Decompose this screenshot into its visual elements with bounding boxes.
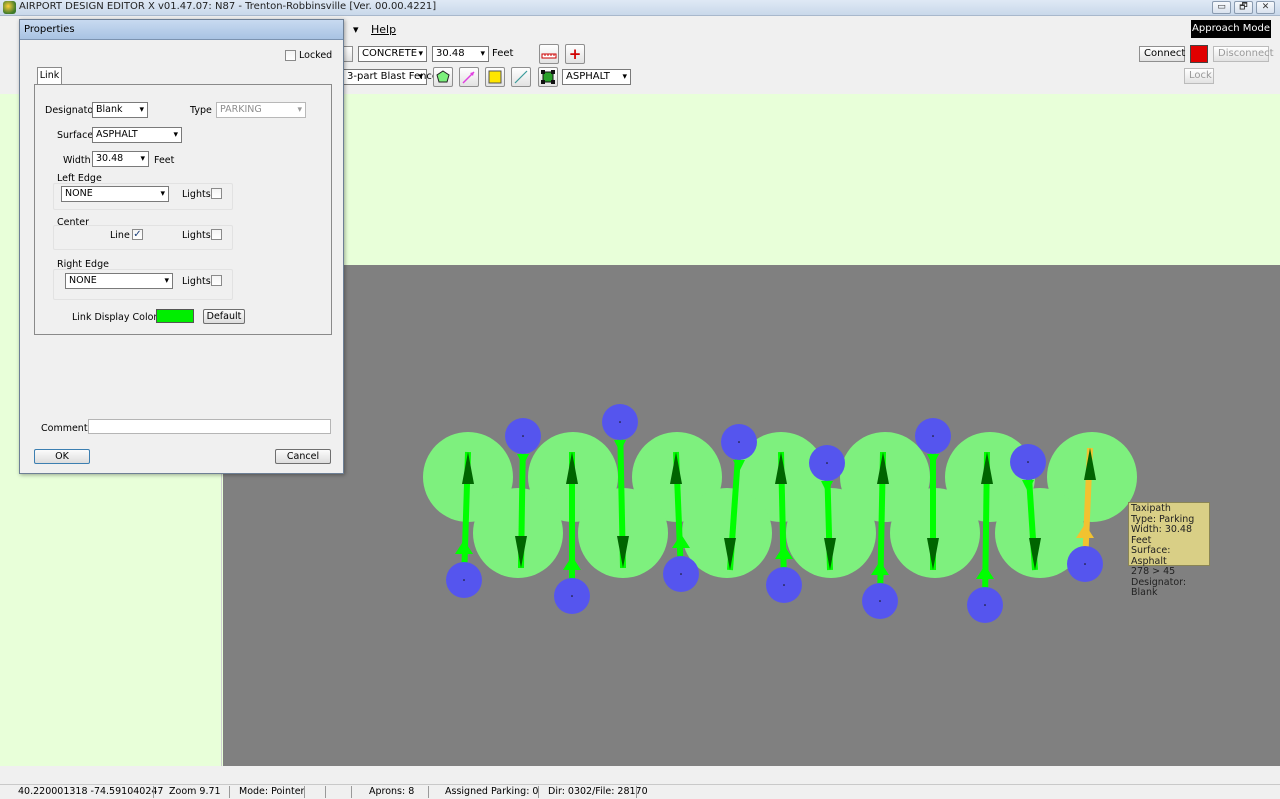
close-button[interactable]: ✕: [1256, 1, 1275, 14]
menu-dropdown-arrow[interactable]: ▾: [353, 23, 359, 36]
add-icon[interactable]: +: [565, 44, 585, 64]
locked-label: Locked: [299, 50, 333, 61]
properties-dialog: Properties Locked Link Designator Blank …: [19, 19, 344, 474]
surface-label: Surface: [57, 130, 94, 141]
center-line-label: Line: [110, 230, 130, 241]
menu-help[interactable]: Help: [371, 23, 396, 36]
type-label: Type: [190, 105, 212, 116]
left-edge-select[interactable]: NONE: [61, 186, 169, 202]
status-mode: Mode: Pointer: [239, 786, 305, 797]
window-title: AIRPORT DESIGN EDITOR X v01.47.07: N87 -…: [19, 1, 437, 12]
type-select[interactable]: PARKING: [216, 102, 306, 118]
locked-checkbox[interactable]: [285, 50, 296, 61]
status-separator: [304, 786, 305, 798]
ok-button[interactable]: OK: [34, 449, 90, 464]
select-square-icon[interactable]: [538, 67, 558, 87]
width-label: Width: [63, 155, 91, 166]
status-separator: [538, 786, 539, 798]
polygon-icon[interactable]: [433, 67, 453, 87]
diagonal-icon[interactable]: [511, 67, 531, 87]
designator-label: Designator: [45, 105, 98, 116]
center-line-checkbox[interactable]: ✓: [132, 229, 143, 240]
connection-status-indicator: [1190, 45, 1208, 63]
surface-select[interactable]: CONCRETE: [358, 46, 427, 62]
status-separator: [636, 786, 637, 798]
app-icon: [3, 1, 16, 14]
apron-area[interactable]: [223, 265, 1280, 766]
fence-select[interactable]: 3-part Blast Fence: [343, 69, 438, 85]
center-lights-label: Lights: [182, 230, 211, 241]
designator-select[interactable]: Blank: [92, 102, 148, 118]
title-bar: AIRPORT DESIGN EDITOR X v01.47.07: N87 -…: [0, 0, 1280, 16]
fill-icon[interactable]: [485, 67, 505, 87]
right-lights-label: Lights: [182, 276, 211, 287]
tooltip-line: Designator: Blank: [1131, 576, 1187, 598]
status-separator: [325, 786, 326, 798]
tooltip-line: Surface: Asphalt: [1131, 545, 1171, 567]
width-input[interactable]: 30.48: [92, 151, 149, 167]
comments-label: Comments: [41, 423, 93, 434]
link-display-color-swatch[interactable]: [156, 309, 194, 323]
width-unit-label: Feet: [492, 48, 514, 59]
comments-input[interactable]: [88, 419, 331, 434]
status-dir-file: Dir: 0302/File: 28170: [548, 786, 648, 797]
left-lights-label: Lights: [182, 189, 211, 200]
surface2-select[interactable]: ASPHALT: [562, 69, 631, 85]
right-lights-checkbox[interactable]: [211, 275, 222, 286]
width-input[interactable]: 30.48: [432, 46, 489, 62]
ruler-icon[interactable]: [539, 44, 559, 64]
left-lights-checkbox[interactable]: [211, 188, 222, 199]
tab-link[interactable]: Link: [37, 67, 62, 84]
right-edge-select[interactable]: NONE: [65, 273, 173, 289]
lock-button[interactable]: Lock: [1184, 68, 1214, 84]
minimize-button[interactable]: ▭: [1212, 1, 1231, 14]
toolbar-stepper-button[interactable]: [343, 46, 353, 62]
width-unit-label: Feet: [154, 155, 175, 166]
tooltip-line: Taxipath: [1131, 503, 1171, 514]
status-separator: [153, 786, 154, 798]
tooltip-line: 278 > 45: [1131, 566, 1176, 577]
dialog-title: Properties: [20, 20, 343, 40]
tooltip-line: Width: 30.48 Feet: [1131, 524, 1193, 546]
connect-button[interactable]: Connect: [1139, 46, 1185, 62]
status-coordinates: 40.220001318 -74.591040247: [18, 786, 164, 797]
status-aprons: Aprons: 8: [369, 786, 415, 797]
surface-select[interactable]: ASPHALT: [92, 127, 182, 143]
disconnect-button[interactable]: Disconnect: [1213, 46, 1274, 62]
cancel-button[interactable]: Cancel: [275, 449, 331, 464]
status-separator: [351, 786, 352, 798]
status-separator: [428, 786, 429, 798]
status-assigned-parking: Assigned Parking: 0: [445, 786, 539, 797]
line-tool-icon[interactable]: [459, 67, 479, 87]
restore-button[interactable]: 🗗: [1234, 1, 1253, 14]
status-separator: [229, 786, 230, 798]
approach-mode-button[interactable]: Approach Mode: [1191, 20, 1271, 38]
status-zoom: Zoom 9.71: [169, 786, 221, 797]
center-lights-checkbox[interactable]: [211, 229, 222, 240]
link-display-color-label: Link Display Color: [72, 312, 158, 323]
taxipath-tooltip: Taxipath Type: Parking Width: 30.48 Feet…: [1128, 502, 1210, 598]
default-button[interactable]: Default: [203, 309, 245, 324]
